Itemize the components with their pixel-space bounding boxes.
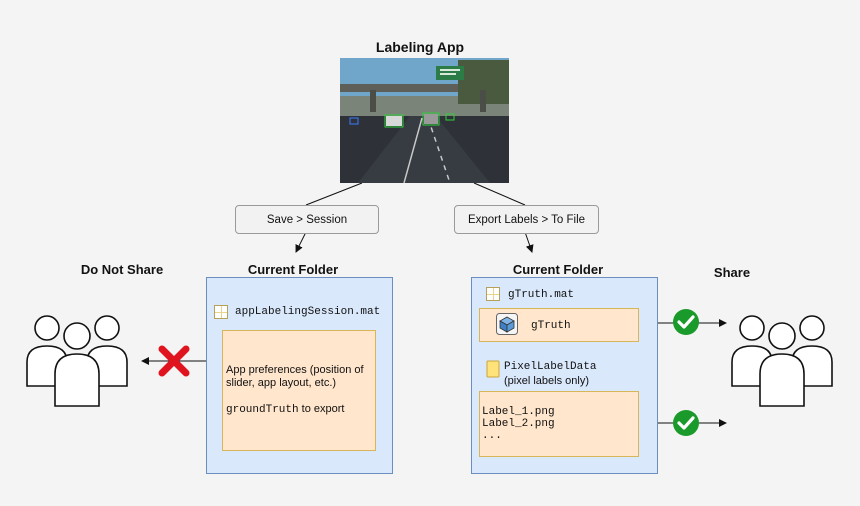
folder-icon	[486, 360, 500, 378]
right-folder-title: Current Folder	[512, 262, 604, 277]
gtruth-file-name: gTruth.mat	[508, 289, 575, 301]
mat-file-icon	[214, 305, 228, 319]
gtruth-mat-file-icon	[486, 287, 500, 301]
connector-save-to-folder	[295, 231, 307, 253]
label-file-2: Label_2.png	[482, 418, 555, 430]
pixel-label-folder-name: PixelLabelData	[504, 361, 597, 373]
session-file-name: appLabelingSession.mat	[235, 306, 381, 318]
left-folder-title: Current Folder	[247, 262, 339, 277]
green-check-icon	[673, 410, 699, 436]
note-suffix: to export	[298, 403, 345, 415]
share-label: Share	[713, 265, 751, 280]
note-line-2: slider, app layout, etc.)	[226, 377, 337, 389]
gtruth-variable-name: gTruth	[531, 320, 571, 332]
save-session-step: Save > Session	[235, 205, 379, 234]
note-line-3: groundTruth to export	[226, 403, 344, 416]
note-line-1: App preferences (position of	[226, 364, 364, 376]
do-not-share-label: Do Not Share	[80, 262, 164, 277]
road-scene-image	[340, 58, 509, 183]
label-file-more: ...	[482, 430, 502, 442]
export-labels-step: Export Labels > To File	[454, 205, 599, 234]
people-group-icon	[731, 315, 833, 407]
label-file-1: Label_1.png	[482, 406, 555, 418]
connector-app-to-export	[473, 182, 526, 206]
people-group-icon	[26, 315, 128, 407]
red-x-icon	[158, 345, 190, 377]
variable-cube-icon	[496, 313, 518, 335]
connector-export-to-folder	[524, 231, 534, 253]
connector-app-to-save	[305, 182, 363, 206]
session-contents-note	[222, 330, 376, 451]
green-check-icon	[673, 309, 699, 335]
ground-truth-code: groundTruth	[226, 404, 299, 416]
pixel-labels-description: (pixel labels only)	[504, 375, 589, 387]
app-title: Labeling App	[375, 39, 465, 55]
